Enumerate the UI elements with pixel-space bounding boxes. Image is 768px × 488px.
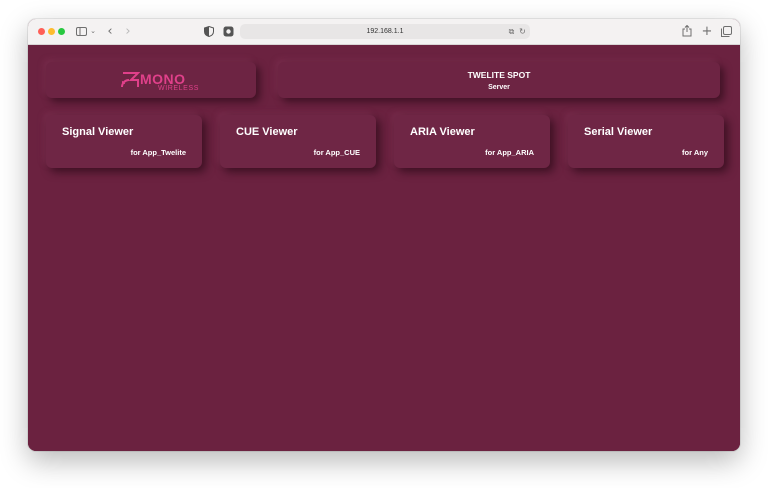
aria-viewer-card[interactable]: ARIA Viewer for App_ARIA bbox=[394, 115, 550, 168]
browser-toolbar: ⌄ ‹ › 192.168.1.1 ⧉ ↻ + bbox=[28, 19, 740, 45]
minimize-window-button[interactable] bbox=[48, 28, 55, 35]
address-bar[interactable]: 192.168.1.1 ⧉ ↻ bbox=[240, 24, 530, 39]
card-title: CUE Viewer bbox=[236, 126, 298, 138]
page-content: MONO WIRELESS TWELITE SPOT Server Signal… bbox=[28, 45, 740, 451]
title-panel: TWELITE SPOT Server bbox=[278, 62, 720, 98]
cue-viewer-card[interactable]: CUE Viewer for App_CUE bbox=[220, 115, 376, 168]
signal-viewer-card[interactable]: Signal Viewer for App_Twelite bbox=[46, 115, 202, 168]
close-window-button[interactable] bbox=[38, 28, 45, 35]
chevron-left-icon[interactable]: ‹ bbox=[104, 24, 116, 39]
plus-icon[interactable]: + bbox=[701, 24, 713, 39]
card-subtitle: for App_Twelite bbox=[130, 148, 186, 157]
card-title: ARIA Viewer bbox=[410, 126, 475, 138]
tabs-overview-icon[interactable] bbox=[719, 24, 733, 39]
zoom-window-button[interactable] bbox=[58, 28, 65, 35]
page-title: TWELITE SPOT bbox=[467, 70, 531, 80]
reload-icon[interactable]: ↻ bbox=[517, 24, 528, 39]
wireless-logo-icon bbox=[121, 72, 140, 88]
extension-icon[interactable] bbox=[222, 24, 234, 39]
logo-panel: MONO WIRELESS bbox=[46, 62, 256, 98]
chevron-right-icon[interactable]: › bbox=[122, 24, 134, 39]
card-title: Signal Viewer bbox=[62, 126, 134, 138]
logo-wireless-text: WIRELESS bbox=[158, 85, 199, 92]
share-icon[interactable] bbox=[680, 24, 694, 39]
card-subtitle: for App_ARIA bbox=[485, 148, 534, 157]
browser-window: ⌄ ‹ › 192.168.1.1 ⧉ ↻ + MONO WIRELESS TW… bbox=[28, 19, 740, 451]
card-title: Serial Viewer bbox=[584, 126, 653, 138]
translate-icon[interactable]: ⧉ bbox=[506, 24, 517, 39]
serial-viewer-card[interactable]: Serial Viewer for Any bbox=[568, 115, 724, 168]
url-text: 192.168.1.1 bbox=[366, 28, 404, 35]
card-subtitle: for Any bbox=[682, 148, 708, 157]
chevron-down-icon[interactable]: ⌄ bbox=[89, 24, 97, 39]
card-subtitle: for App_CUE bbox=[313, 148, 360, 157]
page-subtitle: Server bbox=[488, 84, 510, 91]
sidebar-icon[interactable] bbox=[74, 24, 88, 39]
shield-icon[interactable] bbox=[203, 24, 215, 39]
